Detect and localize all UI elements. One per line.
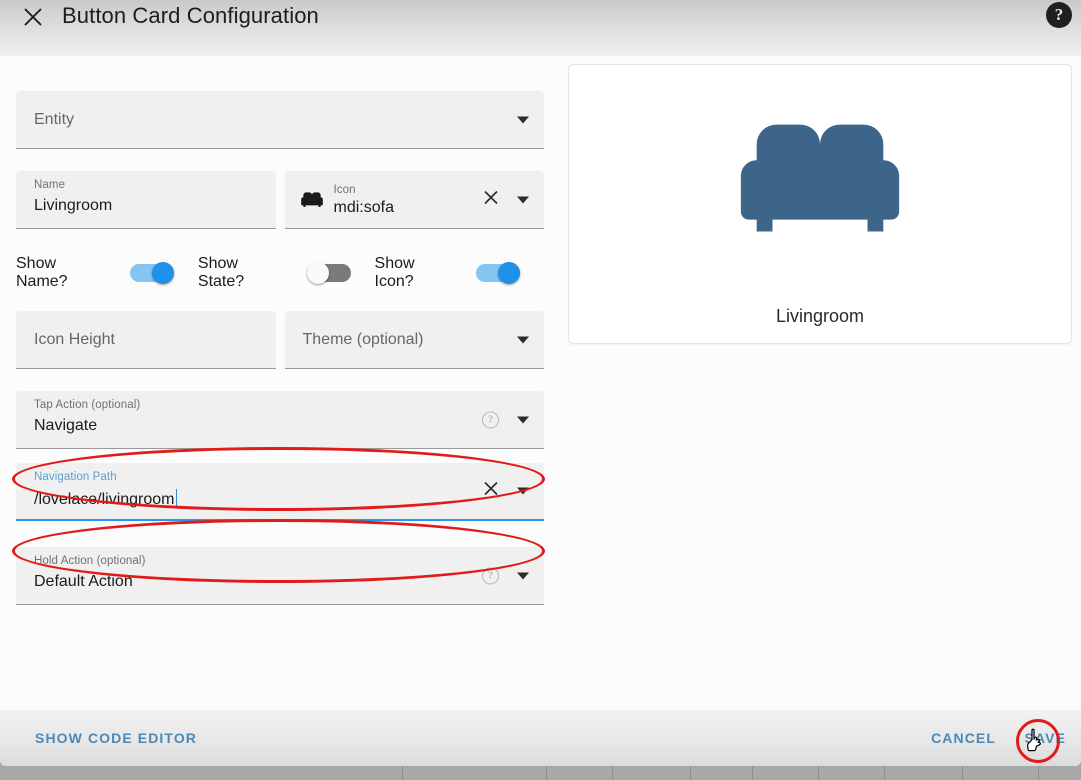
button-card-preview[interactable]: Livingroom [568, 64, 1072, 344]
icon-field-value: mdi:sofa [333, 199, 394, 216]
theme-field[interactable]: Theme (optional) [284, 311, 544, 369]
icon-height-placeholder: Icon Height [34, 330, 115, 348]
dialog-content: Entity Name Livingroom Icon mdi:sofa Sho… [0, 56, 1081, 710]
navigation-path-value: /lovelace/livingroom [34, 491, 175, 508]
close-button[interactable] [18, 2, 48, 32]
config-form: Entity Name Livingroom Icon mdi:sofa Sho… [16, 91, 544, 605]
tap-action-help-icon[interactable]: ? [482, 411, 499, 428]
hold-action-value: Default Action [34, 573, 133, 590]
dialog-footer: SHOW CODE EDITOR CANCEL SAVE [0, 710, 1081, 766]
chevron-down-icon[interactable] [517, 196, 529, 203]
tap-action-value: Navigate [34, 417, 98, 434]
card-preview-panel: Livingroom [568, 64, 1072, 344]
sofa-icon [725, 85, 915, 280]
navigation-path-field[interactable]: Navigation Path /lovelace/livingroom [16, 463, 544, 521]
chevron-down-icon[interactable] [517, 336, 529, 343]
hold-action-field[interactable]: Hold Action (optional) Default Action ? [16, 547, 544, 605]
close-icon [484, 190, 498, 204]
navigation-path-label: Navigation Path [34, 471, 117, 483]
entity-field[interactable]: Entity [16, 91, 544, 149]
show-state-toggle[interactable] [306, 262, 359, 284]
close-icon [484, 481, 498, 496]
chevron-down-icon[interactable] [517, 416, 529, 423]
hold-action-label: Hold Action (optional) [34, 555, 146, 567]
chevron-down-icon[interactable] [517, 487, 529, 495]
icon-field[interactable]: Icon mdi:sofa [284, 171, 544, 229]
clear-navigation-path-button[interactable] [482, 480, 500, 503]
icon-field-label: Icon [333, 184, 356, 196]
show-icon-toggle[interactable] [476, 262, 528, 284]
name-field-value: Livingroom [34, 197, 113, 214]
tap-action-field[interactable]: Tap Action (optional) Navigate ? [16, 391, 544, 449]
page-title: Button Card Configuration [62, 3, 319, 28]
show-state-label: Show State? [197, 255, 245, 290]
hold-action-help-icon[interactable]: ? [482, 567, 499, 584]
chevron-down-icon[interactable] [517, 116, 529, 123]
name-field[interactable]: Name Livingroom [16, 171, 276, 229]
clear-icon-button[interactable] [482, 188, 500, 211]
show-name-label: Show Name? [16, 255, 68, 290]
sofa-icon [300, 192, 323, 208]
chevron-down-icon[interactable] [517, 572, 529, 579]
cancel-button[interactable]: CANCEL [931, 730, 996, 746]
help-circle-icon[interactable]: ? [1046, 2, 1072, 28]
name-field-label: Name [34, 179, 66, 191]
dialog-header: Button Card Configuration ? [0, 0, 1081, 56]
navigation-path-value-wrap: /lovelace/livingroom [34, 489, 178, 509]
preview-card-name: Livingroom [775, 306, 865, 326]
save-button[interactable]: SAVE [1025, 730, 1067, 746]
entity-placeholder: Entity [34, 110, 75, 128]
button-card-configuration-dialog: Button Card Configuration ? Entity Name … [0, 0, 1081, 766]
show-name-toggle[interactable] [129, 262, 182, 284]
close-icon [24, 8, 42, 26]
show-code-editor-button[interactable]: SHOW CODE EDITOR [35, 730, 197, 746]
icon-height-field[interactable]: Icon Height [16, 311, 276, 369]
show-icon-label: Show Icon? [374, 255, 415, 290]
display-toggles-row: Show Name? Show State? Show Icon? [16, 253, 544, 293]
text-caret [175, 489, 178, 507]
theme-placeholder: Theme (optional) [302, 330, 424, 348]
tap-action-label: Tap Action (optional) [34, 399, 141, 411]
